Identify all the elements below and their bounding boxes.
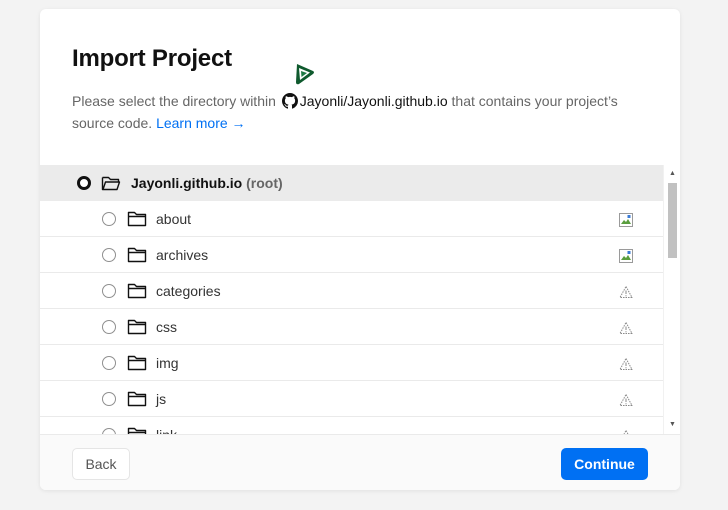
tree-row[interactable]: about [40,201,663,237]
tree-scrollbar[interactable]: ▲ ▼ [663,165,680,434]
folder-icon [127,355,147,371]
folder-icon [127,211,147,227]
warning-icon [619,357,633,370]
dialog-title: Import Project [72,45,232,72]
import-project-dialog: Import Project Please select the directo… [40,9,680,490]
dialog-footer: Back Continue [40,434,680,490]
tree-row[interactable]: link [40,417,663,434]
root-name: Jayonli.github.io [131,175,243,191]
folder-label: img [156,355,179,371]
warning-icon [619,285,633,298]
tree-row[interactable]: js [40,381,663,417]
app-logo-icon [296,64,314,85]
warning-icon [619,393,633,406]
folder-icon [127,283,147,299]
radio-button[interactable] [102,248,116,262]
root-suffix: (root) [246,175,283,191]
folder-icon [127,247,147,263]
tree-root-label: Jayonli.github.io (root) [131,174,283,192]
dialog-description: Please select the directory within Jayon… [72,90,632,134]
folder-label: link [156,426,177,434]
tree-row[interactable]: categories [40,273,663,309]
broken-image-icon [619,249,633,263]
repo-reference: Jayonli/Jayonli.github.io [280,93,448,109]
radio-button[interactable] [102,320,116,334]
folder-open-icon [101,176,121,191]
scrollbar-thumb[interactable] [668,183,677,258]
repo-name: Jayonli/Jayonli.github.io [299,93,448,109]
folder-label: css [156,319,177,335]
folder-icon [127,427,147,434]
folder-label: about [156,211,192,227]
folder-label: js [156,391,167,407]
warning-icon [619,321,633,334]
learn-more-link[interactable]: Learn more → [156,115,245,131]
tree-row[interactable]: img [40,345,663,381]
tree-row[interactable]: css [40,309,663,345]
scroll-up-arrow-icon[interactable]: ▲ [664,167,680,181]
scroll-down-arrow-icon[interactable]: ▼ [664,418,680,432]
broken-image-icon [619,213,633,227]
back-button[interactable]: Back [72,448,130,480]
folder-label: categories [156,283,221,299]
folder-label: archives [156,247,209,263]
radio-button[interactable] [102,212,116,226]
radio-button[interactable] [102,392,116,406]
description-prefix: Please select the directory within [72,93,280,109]
tree-row-root[interactable]: Jayonli.github.io (root) [40,165,663,201]
tree-row[interactable]: archives [40,237,663,273]
radio-button[interactable] [102,284,116,298]
directory-tree: Jayonli.github.io (root) about archives … [40,165,680,434]
folder-icon [127,319,147,335]
folder-icon [127,391,147,407]
radio-root[interactable] [77,176,91,190]
radio-button[interactable] [102,356,116,370]
continue-button[interactable]: Continue [561,448,648,480]
github-icon [281,93,298,109]
